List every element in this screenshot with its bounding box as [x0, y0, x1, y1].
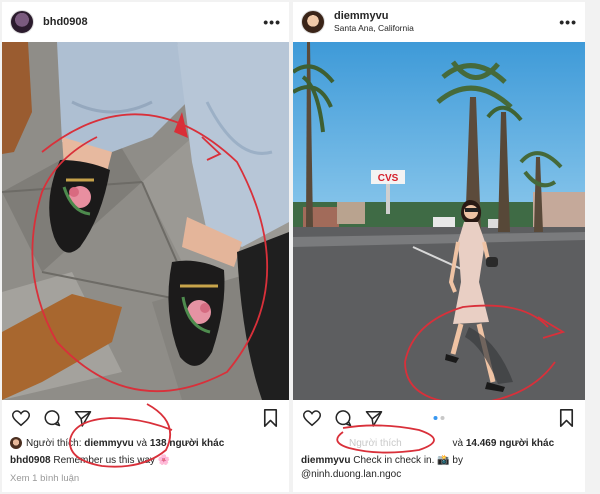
location[interactable]: Santa Ana, California — [334, 23, 414, 34]
likes-connector: và — [136, 437, 148, 449]
camera-emoji: 📸 — [437, 455, 450, 466]
comment-icon[interactable] — [41, 407, 63, 429]
share-icon[interactable] — [72, 407, 94, 429]
screenshot-stage: bhd0908 ••• Người thích: diemmyvu và 138… — [0, 0, 600, 494]
liker-avatar — [10, 437, 22, 449]
user-block: diemmyvu Santa Ana, California — [334, 10, 414, 34]
caption-text: Remember us this way — [53, 455, 156, 466]
user-block: bhd0908 — [43, 16, 88, 29]
flower-emoji: 🌸 — [157, 455, 171, 466]
instagram-post-right: diemmyvu Santa Ana, California ••• CVS N… — [293, 2, 585, 492]
heart-icon[interactable] — [10, 407, 32, 429]
caption-username[interactable]: diemmyvu — [301, 455, 350, 466]
heart-icon[interactable] — [301, 407, 323, 429]
caption-mention-line: @ninh.duong.lan.ngoc — [301, 468, 579, 482]
cvs-sign: CVS — [378, 173, 399, 184]
likes-prefix: Người thích: — [26, 437, 82, 449]
action-bar — [2, 404, 289, 432]
post-photo: CVS — [293, 42, 585, 400]
likes-count[interactable]: 138 người khác — [150, 438, 224, 449]
liker-username[interactable]: diemmyvu — [84, 438, 133, 449]
share-icon[interactable] — [363, 407, 385, 429]
post-header: bhd0908 ••• — [2, 2, 289, 42]
shoes-photo — [2, 42, 289, 400]
caption: diemmyvu Check in check in. 📸 by — [301, 454, 579, 468]
caption-by: by — [452, 455, 463, 466]
likes-count[interactable]: 14.469 người khác — [466, 438, 554, 449]
more-options-icon[interactable]: ••• — [559, 15, 577, 29]
action-bar — [293, 404, 585, 432]
view-comments-link[interactable]: Xem 1 bình luận — [10, 473, 79, 484]
carousel-dot — [440, 416, 445, 420]
more-options-icon[interactable]: ••• — [263, 15, 281, 29]
post-photo — [2, 42, 289, 400]
bookmark-icon[interactable] — [259, 407, 281, 429]
caption-text: Check in check in. — [353, 455, 435, 466]
carousel-indicator — [433, 416, 445, 420]
bookmark-icon[interactable] — [555, 407, 577, 429]
instagram-post-left: bhd0908 ••• Người thích: diemmyvu và 138… — [2, 2, 289, 492]
carousel-dot-active — [433, 416, 438, 420]
caption-username[interactable]: bhd0908 — [10, 455, 51, 466]
likes-connector: và — [452, 437, 464, 449]
avatar[interactable] — [10, 10, 34, 34]
likes-line: Người thích: diemmyvu và 138 người khác — [10, 435, 283, 451]
username[interactable]: bhd0908 — [43, 16, 88, 29]
username[interactable]: diemmyvu — [334, 10, 414, 23]
comment-icon[interactable] — [332, 407, 354, 429]
street-photo: CVS — [293, 42, 585, 400]
likes-prefix: Người thích — [349, 437, 402, 449]
post-header: diemmyvu Santa Ana, California ••• — [293, 2, 585, 42]
caption: bhd0908 Remember us this way 🌸 — [10, 454, 283, 468]
avatar[interactable] — [301, 10, 325, 34]
caption-mention[interactable]: @ninh.duong.lan.ngoc — [301, 469, 401, 480]
likes-line: Người thích và 14.469 người khác — [301, 435, 579, 451]
